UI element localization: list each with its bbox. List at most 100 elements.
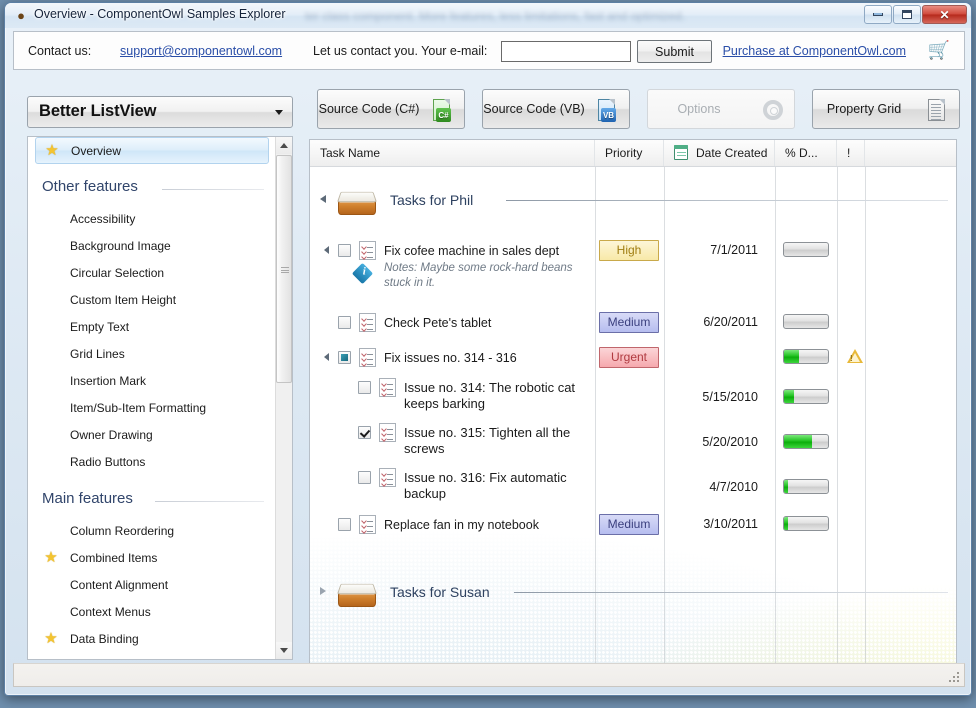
progressbar-fill xyxy=(784,350,799,363)
star-icon: ★ xyxy=(44,630,58,647)
sidebar-scrollbar[interactable] xyxy=(275,137,292,659)
collapse-group-icon[interactable] xyxy=(320,195,326,203)
source-code-c-button[interactable]: Source Code (C#) C# xyxy=(317,89,465,129)
priority-badge: Medium xyxy=(599,312,659,333)
source-code-vb-button[interactable]: Source Code (VB) VB xyxy=(482,89,630,129)
collapse-item-icon[interactable] xyxy=(324,246,329,254)
listview-item-row[interactable]: Issue no. 314: The robotic cat keeps bar… xyxy=(310,374,956,418)
sidebar-item-column-reordering[interactable]: Column Reordering xyxy=(28,518,276,545)
listview-body[interactable]: Tasks for Phil Fix cofee machine in sales… xyxy=(310,167,956,664)
listview-header: Task Name Priority Date Created % D...! xyxy=(310,140,956,167)
sidebar-item-content-alignment[interactable]: Content Alignment xyxy=(28,572,276,599)
column-header-flag[interactable]: ! xyxy=(837,140,865,166)
sidebar-item-background-image[interactable]: Background Image xyxy=(28,233,276,260)
sidebar-item-overview[interactable]: ★ Overview xyxy=(35,137,269,164)
column-header-label: Priority xyxy=(605,146,643,160)
close-button[interactable]: ✕ xyxy=(922,5,967,24)
better-listview[interactable]: Task Name Priority Date Created % D...! Tas… xyxy=(309,139,957,665)
item-checkbox[interactable] xyxy=(338,316,351,329)
item-checkbox[interactable] xyxy=(338,351,351,364)
sidebar-item-item-sub-item-formatting[interactable]: Item/Sub-Item Formatting xyxy=(28,395,276,422)
collapse-item-icon[interactable] xyxy=(324,353,329,361)
sidebar-item-accessibility[interactable]: Accessibility xyxy=(28,206,276,233)
sidebar-item-label: Grid Lines xyxy=(70,347,125,361)
resize-grip-icon[interactable] xyxy=(949,672,961,684)
sidebar-item-label: Accessibility xyxy=(70,212,136,226)
item-checkbox[interactable] xyxy=(358,471,371,484)
sidebar-item-label: Data Binding xyxy=(70,632,139,646)
property-grid-button[interactable]: Property Grid xyxy=(812,89,960,129)
group-divider xyxy=(513,592,948,593)
scrollbar-thumb[interactable] xyxy=(276,155,292,383)
support-email-link[interactable]: support@componentowl.com xyxy=(120,44,282,58)
task-list-icon xyxy=(379,378,396,397)
progressbar-fill xyxy=(784,435,812,448)
sidebar-item-combined-items[interactable]: ★ Combined Items xyxy=(28,545,276,572)
listview-item-row[interactable]: Issue no. 316: Fix automatic backup 4/7/2… xyxy=(310,464,956,508)
column-header-percent_done[interactable]: % D... xyxy=(775,140,837,166)
group-divider xyxy=(506,200,948,201)
submit-button[interactable]: Submit xyxy=(637,40,712,63)
star-icon: ★ xyxy=(44,549,58,566)
priority-badge: Medium xyxy=(599,514,659,535)
sidebar-item-insertion-mark[interactable]: Insertion Mark xyxy=(28,368,276,395)
item-checkbox[interactable] xyxy=(358,381,371,394)
column-header-date_created[interactable]: Date Created xyxy=(664,140,775,166)
title-bar[interactable]: ● Overview - ComponentOwl Samples Explor… xyxy=(5,3,971,28)
date-created-value: 3/10/2011 xyxy=(703,517,758,531)
sidebar-item-data-binding[interactable]: ★ Data Binding xyxy=(28,626,276,653)
date-created-value: 5/20/2010 xyxy=(702,435,758,449)
email-field[interactable] xyxy=(501,41,631,62)
task-name-text: Fix issues no. 314 - 316 xyxy=(384,351,517,365)
group-header[interactable]: Tasks for Phil xyxy=(310,179,956,227)
listview-item-row[interactable]: Fix cofee machine in sales dept Notes: Ma… xyxy=(310,233,956,297)
listview-item-row[interactable]: Issue no. 315: Tighten all the screws 5/2… xyxy=(310,419,956,463)
date-created-value: 7/1/2011 xyxy=(710,243,758,257)
scroll-up-button[interactable] xyxy=(276,137,292,154)
sidebar-item-empty-text[interactable]: Empty Text xyxy=(28,314,276,341)
listview-item-row[interactable]: Replace fan in my notebook Medium 3/10/201… xyxy=(310,509,956,541)
maximize-button[interactable] xyxy=(893,5,921,24)
sidebar-item-owner-drawing[interactable]: Owner Drawing xyxy=(28,422,276,449)
expand-group-icon[interactable] xyxy=(320,587,326,595)
group-header[interactable]: Tasks for Susan xyxy=(310,571,956,617)
feature-sidebar[interactable]: ★ Overview Other features Accessibility Back… xyxy=(27,136,293,660)
component-selector-combobox[interactable]: Better ListView xyxy=(27,96,293,128)
status-bar xyxy=(13,663,965,687)
sidebar-item-label: Context Menus xyxy=(70,605,151,619)
toolbar-button-label: Source Code (C#) xyxy=(318,102,420,116)
group-name: Tasks for Susan xyxy=(390,584,490,600)
listview-item-row[interactable]: Fix issues no. 314 - 316 Urgent! xyxy=(310,342,956,374)
task-list-icon xyxy=(359,313,376,332)
main-body: Better ListView ★ Overview Other features A… xyxy=(13,75,965,665)
task-list-icon xyxy=(359,515,376,534)
component-selector-value: Better ListView xyxy=(39,102,157,120)
sidebar-item-circular-selection[interactable]: Circular Selection xyxy=(28,260,276,287)
task-list-icon xyxy=(379,423,396,442)
column-header-spare[interactable] xyxy=(865,140,956,166)
app-window: ● Overview - ComponentOwl Samples Explor… xyxy=(4,2,972,696)
content-panel: Source Code (C#) C# Source Code (VB) VB Opti… xyxy=(309,75,965,665)
minimize-button[interactable] xyxy=(864,5,892,24)
percent-done-progressbar xyxy=(783,389,829,404)
sidebar-item-grid-lines[interactable]: Grid Lines xyxy=(28,341,276,368)
sidebar-item-radio-buttons[interactable]: Radio Buttons xyxy=(28,449,276,476)
listview-item-row[interactable]: Check Pete's tablet Medium 6/20/2011 xyxy=(310,307,956,339)
percent-done-progressbar xyxy=(783,349,829,364)
sidebar-item-label: Circular Selection xyxy=(70,266,165,280)
sidebar-item-context-menus[interactable]: Context Menus xyxy=(28,599,276,626)
scroll-down-button[interactable] xyxy=(276,642,292,659)
item-checkbox[interactable] xyxy=(338,518,351,531)
item-checkbox[interactable] xyxy=(358,426,371,439)
purchase-link[interactable]: Purchase at ComponentOwl.com xyxy=(723,44,906,58)
feature-list: ★ Overview Other features Accessibility Back… xyxy=(28,137,276,659)
item-checkbox[interactable] xyxy=(338,244,351,257)
shopping-cart-icon[interactable]: 🛒 xyxy=(928,40,950,61)
vb-document-icon: VB xyxy=(596,99,618,122)
sidebar-item-custom-item-height[interactable]: Custom Item Height xyxy=(28,287,276,314)
column-header-task_name[interactable]: Task Name xyxy=(310,140,595,166)
property-grid-document-icon xyxy=(926,99,948,122)
column-header-priority[interactable]: Priority xyxy=(595,140,664,166)
sidebar-item-label: Content Alignment xyxy=(70,578,169,592)
column-header-label: ! xyxy=(847,146,851,160)
